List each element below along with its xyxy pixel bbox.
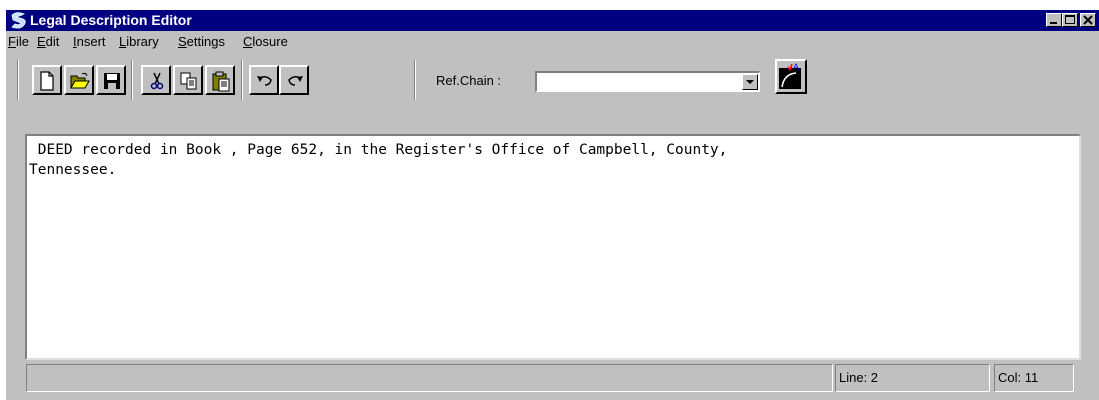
copy-button[interactable] (173, 65, 203, 95)
editor-content: DEED recorded in Book , Page 652, in the… (29, 140, 1077, 180)
chevron-down-icon (746, 80, 754, 84)
cut-icon (150, 72, 164, 90)
new-button[interactable] (32, 65, 62, 95)
app-logo-icon (11, 12, 26, 29)
minimize-button[interactable] (1046, 13, 1062, 27)
close-button[interactable] (1080, 13, 1096, 27)
close-icon (1083, 15, 1093, 25)
paste-icon (212, 71, 230, 92)
menu-settings[interactable]: Settings (178, 34, 225, 50)
undo-icon (257, 76, 272, 86)
legal-description-text-area[interactable]: DEED recorded in Book , Page 652, in the… (25, 134, 1081, 360)
status-line: Line: 2 (839, 370, 879, 385)
redo-button[interactable] (279, 65, 309, 95)
status-line-pane: Line: 2 (835, 364, 990, 392)
editor-line: DEED recorded in Book , Page 652, in the… (29, 142, 728, 158)
toolbar-separator (131, 60, 133, 100)
editor-line: Tennessee. (29, 162, 117, 178)
menu-bar: File Edit Insert Library Settings Closur… (6, 31, 1099, 53)
menu-edit[interactable]: Edit (37, 34, 59, 50)
maximize-icon (1065, 15, 1075, 24)
menu-file[interactable]: File (8, 34, 29, 50)
open-button[interactable] (64, 65, 94, 95)
open-folder-icon (70, 72, 90, 89)
window-title: Legal Description Editor (30, 12, 192, 28)
toolbar-separator (241, 60, 243, 100)
toolbar-separator (414, 60, 416, 100)
menu-insert[interactable]: Insert (73, 34, 106, 50)
new-document-icon (40, 71, 54, 91)
title-bar[interactable]: Legal Description Editor (6, 10, 1099, 31)
save-icon (104, 73, 120, 89)
minimize-icon (1050, 22, 1057, 24)
redo-icon (288, 76, 303, 86)
chain-curve-icon: A (779, 62, 801, 89)
refchain-select[interactable] (535, 71, 760, 92)
status-col-pane: Col: 11 (994, 364, 1074, 392)
legal-description-editor-window: Legal Description Editor File Edit Inser… (6, 10, 1099, 400)
maximize-button[interactable] (1062, 13, 1078, 27)
refchain-label: Ref.Chain : (436, 73, 502, 88)
save-button[interactable] (96, 65, 126, 95)
undo-button[interactable] (249, 65, 279, 95)
cut-button[interactable] (141, 65, 171, 95)
toolbar-grip (17, 60, 19, 100)
chain-tool-button[interactable]: A (775, 59, 807, 94)
status-message-pane (26, 364, 833, 392)
svg-text:A: A (793, 62, 799, 72)
copy-icon (180, 72, 197, 90)
paste-button[interactable] (205, 65, 235, 95)
refchain-dropdown-button[interactable] (742, 74, 758, 90)
menu-library[interactable]: Library (119, 34, 159, 50)
menu-closure[interactable]: Closure (243, 34, 288, 50)
status-col: Col: 11 (998, 370, 1039, 385)
